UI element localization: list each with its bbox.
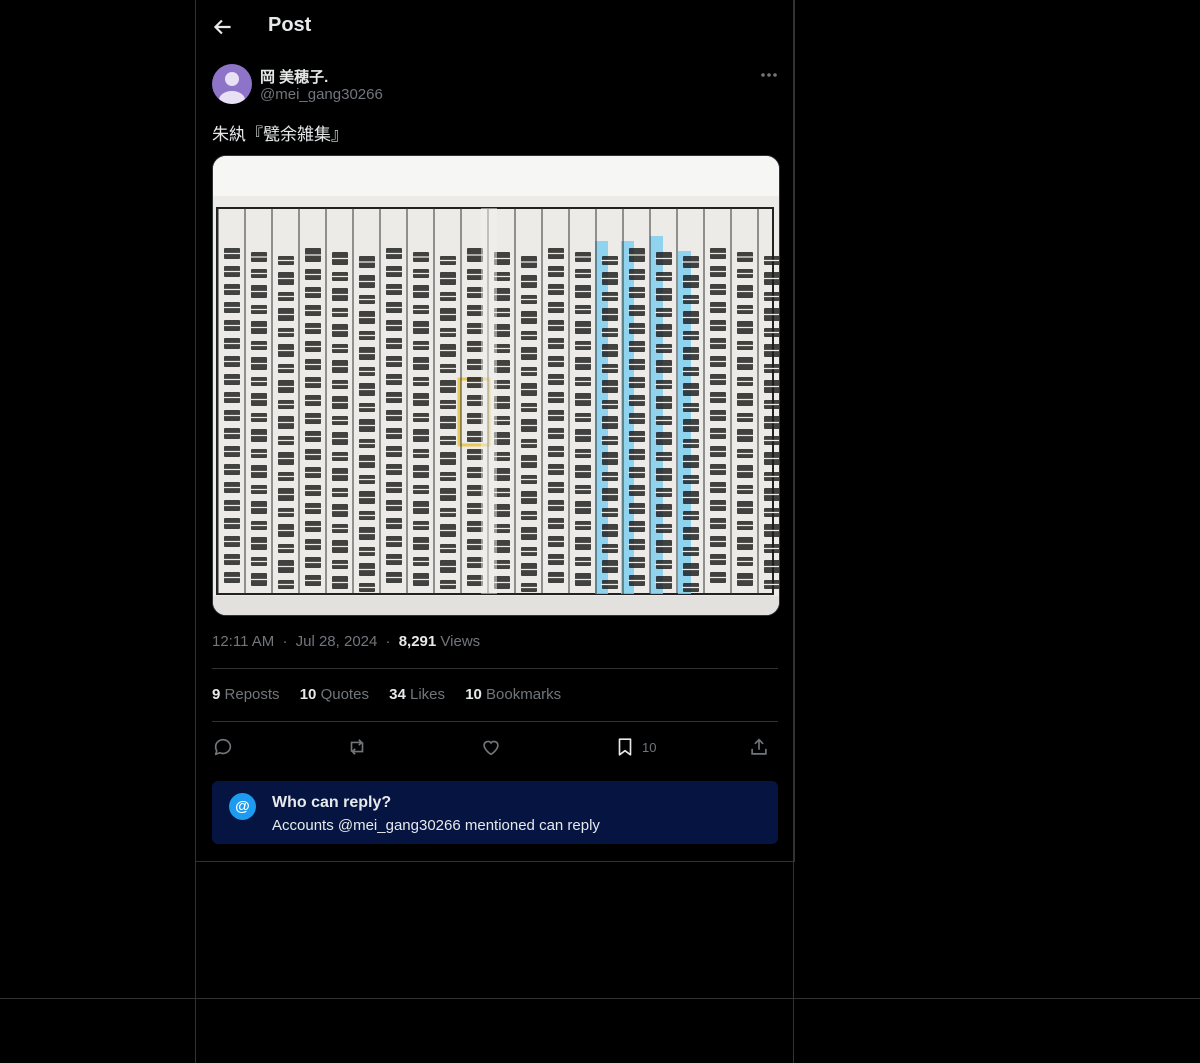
divider — [212, 668, 778, 669]
page-title: Post — [268, 14, 312, 36]
more-horizontal-icon — [761, 73, 777, 77]
meta-separator: · — [282, 633, 288, 650]
bookmark-count: 10 — [642, 739, 657, 755]
reposts-stat[interactable]: 9 Reposts — [212, 686, 280, 703]
bookmark-icon — [618, 738, 632, 756]
author-handle[interactable]: @mei_gang30266 — [260, 86, 383, 103]
post-image[interactable] — [212, 155, 780, 616]
divider — [212, 721, 778, 722]
author-name[interactable]: 岡 美穂子. — [260, 66, 328, 87]
share-button[interactable] — [748, 734, 770, 760]
like-button[interactable] — [480, 734, 502, 760]
repost-icon — [350, 739, 364, 755]
reposts-label: Reposts — [224, 686, 280, 703]
who-can-reply-notice: @ Who can reply? Accounts @mei_gang30266… — [212, 781, 778, 844]
likes-stat[interactable]: 34 Likes — [389, 686, 445, 703]
bookmarks-stat[interactable]: 10 Bookmarks — [465, 686, 561, 703]
page-header: Post — [196, 0, 794, 54]
default-avatar-icon — [219, 72, 245, 104]
likes-label: Likes — [409, 686, 446, 703]
avatar[interactable] — [212, 64, 252, 104]
reply-button[interactable] — [212, 734, 234, 760]
share-icon — [751, 738, 767, 755]
manuscript-photo — [213, 156, 779, 615]
back-button[interactable] — [210, 14, 236, 40]
meta-separator: · — [385, 633, 391, 650]
action-bar: 10 — [212, 734, 778, 760]
engagement-stats: 9 Reposts 10 Quotes 34 Likes 10 Bookmark… — [212, 686, 577, 703]
bookmarks-label: Bookmarks — [486, 686, 562, 703]
quotes-stat[interactable]: 10 Quotes — [300, 686, 369, 703]
likes-count: 34 — [389, 686, 406, 703]
views-label: Views — [440, 633, 481, 650]
repost-button[interactable] — [346, 734, 368, 760]
mention-icon: @ — [229, 793, 256, 820]
reposts-count: 9 — [212, 686, 221, 703]
bottom-divider — [0, 998, 1200, 999]
bookmarks-count: 10 — [465, 686, 482, 703]
who-can-reply-description: Accounts @mei_gang30266 mentioned can re… — [272, 817, 600, 834]
like-icon — [483, 740, 499, 756]
quotes-count: 10 — [299, 686, 317, 703]
bookmark-button[interactable]: 10 — [614, 734, 656, 760]
post-time[interactable]: 12:11 AM — [212, 633, 274, 650]
reply-icon — [214, 738, 232, 756]
post-date[interactable]: Jul 28, 2024 — [296, 633, 378, 650]
arrow-left-icon — [213, 19, 231, 35]
more-options-button[interactable] — [756, 66, 782, 84]
post-text: 朱紈『甓余雑集』 — [212, 125, 348, 144]
quotes-label: Quotes — [320, 686, 369, 703]
who-can-reply-title: Who can reply? — [272, 794, 392, 811]
views-count: 8,291 — [398, 633, 437, 650]
post-meta: 12:11 AM · Jul 28, 2024 · 8,291 Views — [212, 633, 480, 650]
post-column: Post 岡 美穂子. @mei_gang30266 朱紈『甓余雑集』 12:1… — [195, 0, 795, 862]
